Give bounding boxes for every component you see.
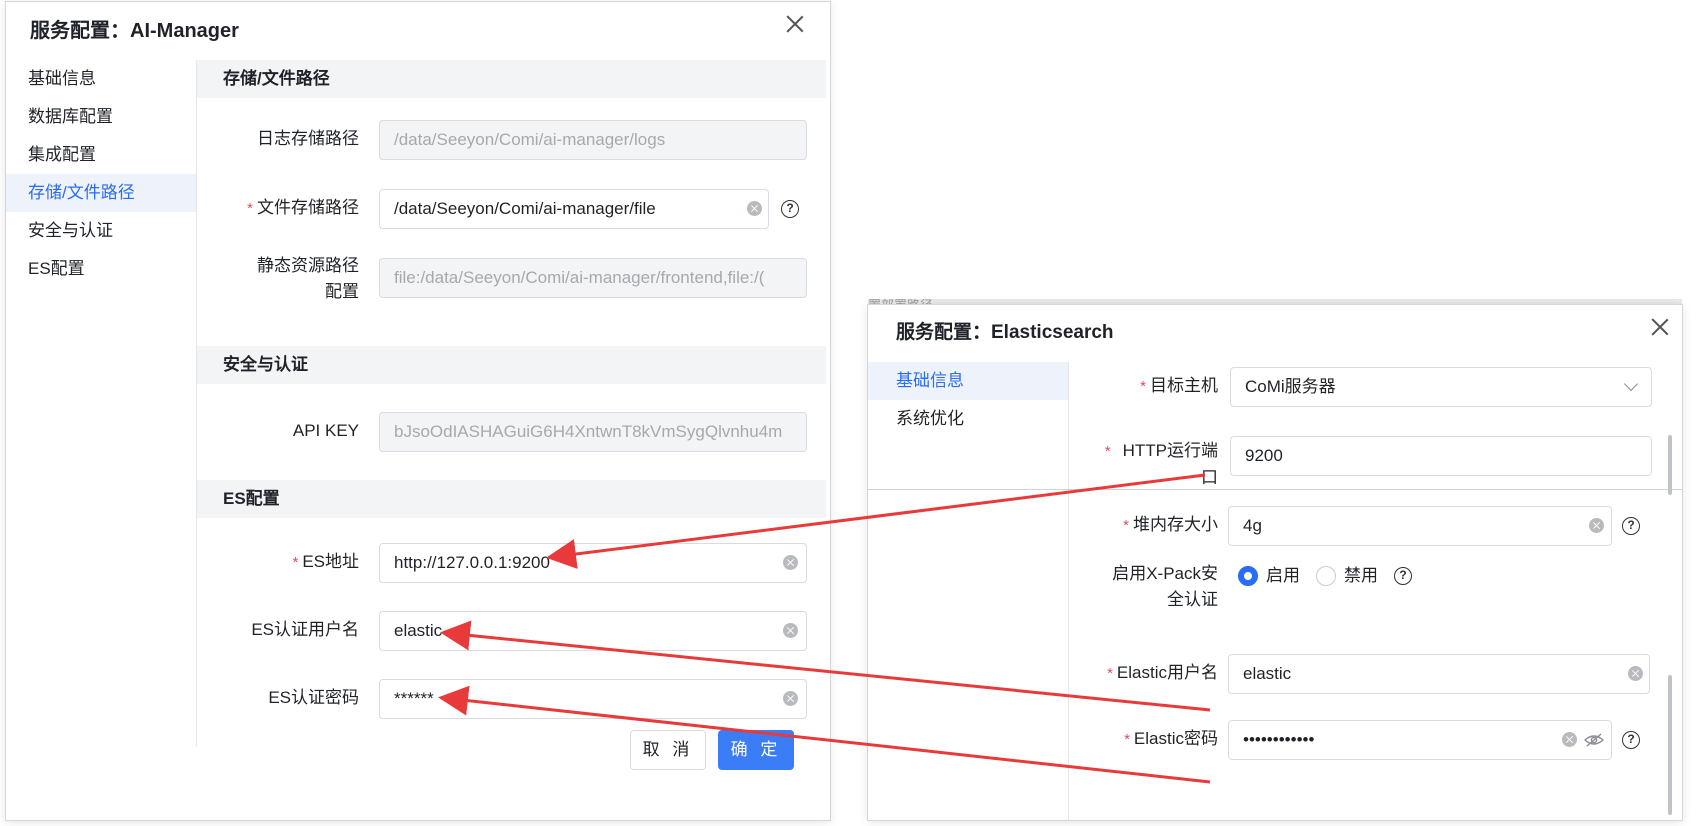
arrow-user-to-es-username bbox=[440, 620, 1211, 712]
annotation-arrows bbox=[438, 473, 1211, 784]
arrow-port-to-es-address bbox=[546, 473, 1206, 569]
arrow-pass-to-es-password bbox=[438, 685, 1211, 784]
